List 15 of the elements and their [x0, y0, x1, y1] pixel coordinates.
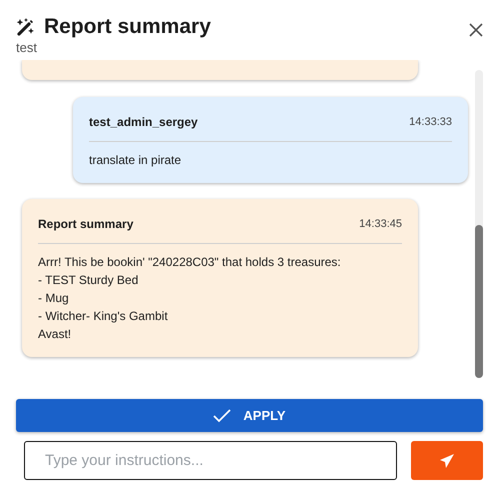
instructions-input[interactable]: Type your instructions...: [24, 441, 397, 480]
send-icon: [439, 452, 455, 468]
message-text: Arrr! This be bookin' "240228C03" that holds 3 treasures: - TEST Sturdy Bed - Mug - Witcher- King's Gambit Avast!: [38, 254, 342, 343]
message-time: 14:33:33: [409, 114, 452, 130]
send-button[interactable]: [411, 441, 483, 480]
check-icon: [213, 408, 232, 422]
apply-button[interactable]: APPLY: [16, 399, 483, 432]
dialog-subtitle: test: [16, 40, 38, 56]
magic-wand-icon: [16, 17, 36, 37]
dialog-title: Report summary: [44, 14, 211, 40]
message-author: test_admin_sergey: [89, 114, 198, 131]
scrollbar[interactable]: [475, 70, 483, 378]
message-time: 14:33:45: [359, 216, 402, 232]
message-text: translate in pirate: [89, 152, 182, 169]
message-author: Report summary: [38, 216, 134, 233]
